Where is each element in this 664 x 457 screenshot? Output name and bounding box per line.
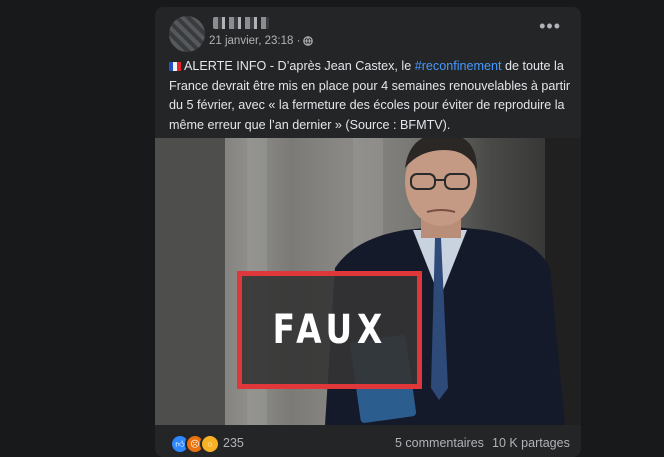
france-flag-icon [169,62,181,71]
more-options-icon[interactable]: ••• [539,17,561,35]
reaction-count[interactable]: 235 [223,436,244,450]
post-text: ALERTE INFO - D’après Jean Castex, le #r… [169,57,573,135]
avatar[interactable] [169,16,205,52]
stamp-label: FAUX [272,307,387,353]
post-timestamp[interactable]: 21 janvier, 23:18 · [209,35,300,47]
post-footer: 👍︎ ☹ ○ 235 5 commentaires 10 K partages [155,425,581,457]
fake-news-stamp: FAUX [237,271,422,389]
post-text-start: ALERTE INFO - D’après Jean Castex, le [184,59,415,73]
wow-icon: ○ [200,434,220,454]
reactions-summary[interactable]: 👍︎ ☹ ○ [170,434,220,454]
facebook-post: 21 janvier, 23:18 · ••• ALERTE INFO - D’… [155,7,581,457]
comments-count[interactable]: 5 commentaires [395,436,484,450]
hashtag-link[interactable]: #reconfinement [415,59,502,73]
globe-icon [303,36,314,46]
post-photo[interactable]: FAUX [155,138,581,425]
post-header: 21 janvier, 23:18 · ••• [155,7,581,57]
shares-count[interactable]: 10 K partages [492,436,570,450]
post-meta: 21 janvier, 23:18 · [209,35,314,47]
author-name-blurred[interactable] [213,17,269,29]
